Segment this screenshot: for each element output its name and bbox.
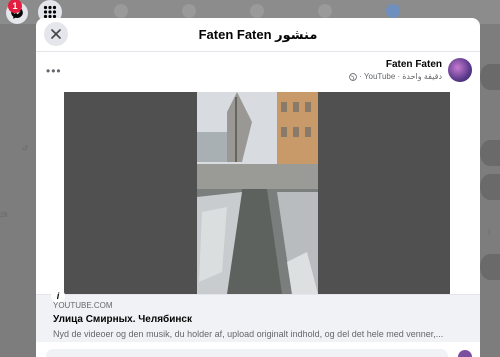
- bg-right-text: ا: [488, 228, 491, 237]
- author-avatar[interactable]: [448, 58, 472, 82]
- video-thumbnail: [197, 92, 318, 294]
- post-meta: دقيقة واحدة · YouTube ·: [349, 72, 442, 81]
- bg-nav-icon: [182, 4, 196, 18]
- bg-contact-avatar: [480, 174, 500, 200]
- bg-left-text: zk: [0, 210, 8, 219]
- close-icon: [51, 29, 61, 39]
- bg-contact-avatar: [480, 254, 500, 280]
- link-preview-card[interactable]: i YOUTUBE.COM Улица Смирных. Челябинск N…: [36, 289, 480, 342]
- globe-icon: [349, 72, 357, 81]
- dialog-title: منشور Faten Faten: [198, 26, 318, 42]
- post-author-name[interactable]: Faten Faten: [386, 59, 442, 70]
- bg-left-text: ى: [22, 142, 29, 151]
- comment-input[interactable]: [46, 349, 448, 357]
- background-left-column: ى zk: [0, 24, 36, 357]
- bg-contact-avatar: [480, 64, 500, 90]
- post-options-button[interactable]: •••: [46, 64, 62, 78]
- bg-nav-icon: [114, 4, 128, 18]
- post-header: ••• Faten Faten دقيقة واحدة · YouTube ·: [36, 52, 480, 90]
- link-description: Nyd de videoer og den musik, du holder a…: [53, 329, 444, 339]
- street-scene-image: [197, 92, 318, 294]
- commenter-avatar: [458, 350, 472, 357]
- link-source: YOUTUBE.COM: [53, 301, 113, 310]
- post-dialog: منشور Faten Faten ••• Faten Faten دقيقة …: [36, 18, 480, 357]
- post-time[interactable]: دقيقة واحدة: [402, 72, 442, 81]
- comment-row: [36, 346, 480, 357]
- bg-nav-icon: [250, 4, 264, 18]
- background-right-column: ا: [480, 24, 500, 357]
- bg-contact-avatar: [480, 140, 500, 166]
- link-title[interactable]: Улица Смирных. Челябинск: [53, 314, 192, 325]
- bg-nav-icon: [386, 4, 400, 18]
- video-player[interactable]: [64, 92, 450, 294]
- close-button[interactable]: [44, 22, 68, 46]
- dialog-header: منشور Faten Faten: [36, 18, 480, 52]
- bg-nav-icon: [318, 4, 332, 18]
- post-source: · YouTube ·: [359, 72, 401, 81]
- grid-menu-icon: [43, 5, 57, 19]
- messenger-button[interactable]: 1: [6, 0, 28, 24]
